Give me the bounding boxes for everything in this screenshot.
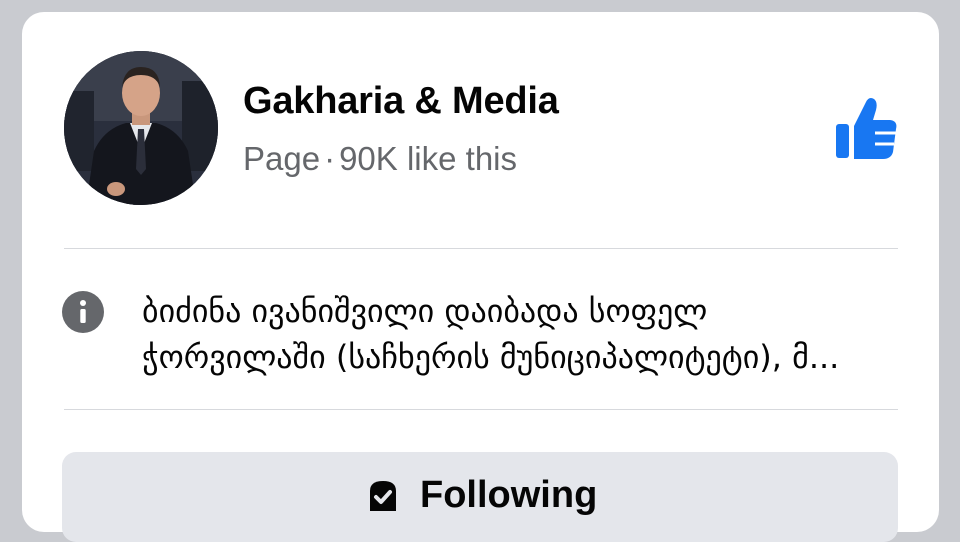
about-line-2: ჭორვილაში (საჩხერის მუნიციპალიტეტი), მ..… [142, 338, 840, 376]
divider-top [64, 248, 898, 249]
thumbs-up-icon[interactable] [832, 94, 902, 164]
meta-separator: · [324, 140, 336, 177]
avatar-photo [64, 51, 218, 205]
following-icon [370, 480, 396, 511]
about-description[interactable]: ბიძინა ივანიშვილი დაიბადა სოფელ ჭორვილაშ… [142, 288, 912, 380]
page-likes-count[interactable]: 90K like this [339, 140, 517, 177]
page-meta: Page · 90K like this [243, 140, 517, 178]
about-line-1: ბიძინა ივანიშვილი დაიბადა სოფელ [142, 292, 708, 330]
page-card: Gakharia & Media Page · 90K like this ბიძი… [22, 12, 939, 542]
following-button[interactable]: Following [62, 452, 898, 542]
info-icon [62, 291, 104, 333]
following-label: Following [420, 474, 598, 516]
profile-avatar[interactable] [64, 51, 218, 205]
page-name[interactable]: Gakharia & Media [243, 80, 559, 123]
page-category: Page [243, 140, 321, 177]
divider-bottom [64, 409, 898, 410]
following-button-content: Following [362, 474, 597, 517]
